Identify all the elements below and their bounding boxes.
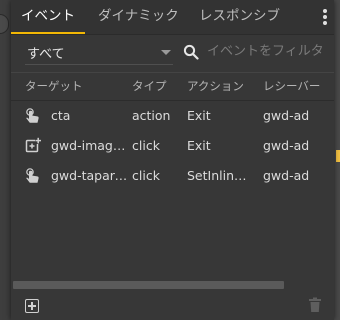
tab-dynamic[interactable]: ダイナミック bbox=[98, 0, 179, 34]
table-row[interactable]: cta action Exit gwd-ad bbox=[11, 101, 334, 131]
background-left-strip bbox=[0, 0, 11, 320]
tab-bar: イベント ダイナミック レスポンシブ bbox=[11, 0, 334, 35]
row-receiver: gwd-ad bbox=[263, 138, 310, 153]
row-type: click bbox=[132, 168, 160, 183]
row-target: gwd-image... bbox=[51, 138, 129, 153]
column-header-type[interactable]: タイプ bbox=[132, 73, 167, 100]
column-header-action[interactable]: アクション bbox=[187, 73, 244, 100]
row-action: Exit bbox=[187, 108, 211, 123]
column-header-target[interactable]: ターゲット bbox=[25, 73, 83, 100]
background-yellow-marker bbox=[336, 150, 340, 162]
table-header: ターゲット タイプ アクション レシーバー bbox=[11, 72, 334, 101]
row-receiver: gwd-ad bbox=[263, 168, 310, 183]
row-action: SetInlineStyle bbox=[187, 168, 253, 183]
column-header-receiver[interactable]: レシーバー bbox=[263, 73, 320, 100]
event-filter-input[interactable] bbox=[207, 41, 325, 61]
chevron-down-icon bbox=[161, 50, 171, 55]
row-type: click bbox=[132, 138, 160, 153]
event-type-select-value: すべて bbox=[27, 47, 65, 62]
row-receiver: gwd-ad bbox=[263, 108, 310, 123]
touch-icon bbox=[26, 108, 39, 123]
table-row[interactable]: gwd-taparea... click SetInlineStyle gwd-… bbox=[11, 161, 334, 191]
tab-responsive[interactable]: レスポンシブ bbox=[199, 0, 280, 34]
row-action: Exit bbox=[187, 138, 211, 153]
events-panel: イベント ダイナミック レスポンシブ すべて ターゲット タイプ アクション レ… bbox=[11, 0, 334, 320]
trash-icon[interactable] bbox=[308, 297, 322, 313]
active-tab-indicator bbox=[11, 32, 85, 34]
row-target: gwd-taparea... bbox=[51, 168, 129, 183]
row-target: cta bbox=[51, 108, 71, 123]
filter-row: すべて bbox=[11, 35, 334, 69]
table-row[interactable]: gwd-image... click Exit gwd-ad bbox=[11, 131, 334, 161]
event-type-select[interactable]: すべて bbox=[25, 40, 173, 65]
touch-icon bbox=[26, 168, 39, 183]
app-window: イベント ダイナミック レスポンシブ すべて ターゲット タイプ アクション レ… bbox=[0, 0, 340, 320]
search-icon bbox=[183, 44, 199, 60]
panel-footer bbox=[11, 290, 334, 320]
add-event-icon[interactable] bbox=[25, 299, 39, 313]
row-type: action bbox=[132, 108, 171, 123]
more-vert-icon[interactable] bbox=[322, 9, 328, 27]
tab-events[interactable]: イベント bbox=[21, 0, 75, 34]
image-add-icon bbox=[25, 137, 42, 153]
events-table-body: cta action Exit gwd-ad gwd-image... clic… bbox=[11, 101, 334, 191]
horizontal-scrollbar[interactable] bbox=[13, 281, 284, 289]
